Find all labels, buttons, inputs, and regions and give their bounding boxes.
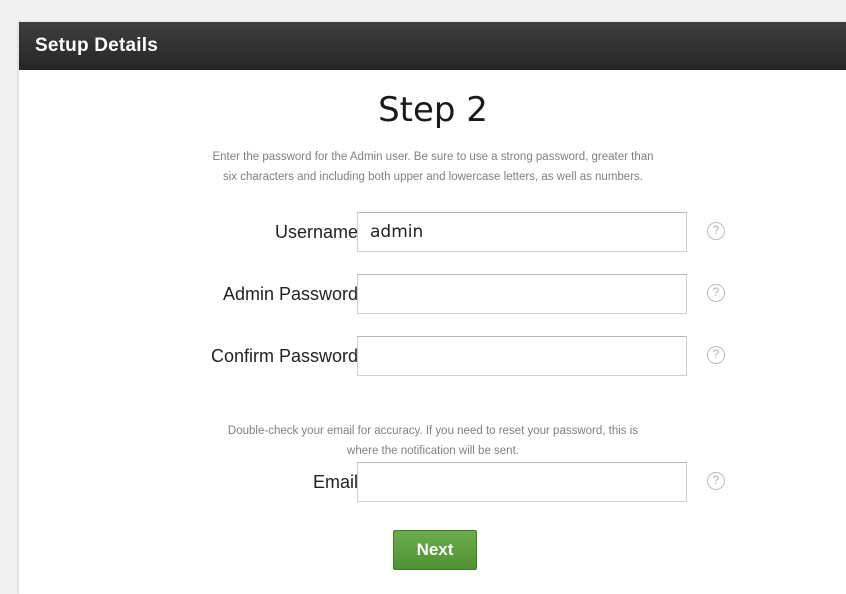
password-instructions: Enter the password for the Admin user. B… [212, 151, 654, 183]
email-row: Email: ? [19, 462, 846, 502]
email-note: Double-check your email for accuracy. If… [227, 425, 639, 457]
confirm-password-input[interactable] [357, 336, 687, 376]
help-icon[interactable]: ? [707, 472, 725, 490]
confirm-password-label: Confirm Password: [210, 346, 363, 366]
username-row: Username: ? [19, 212, 846, 252]
admin-password-input[interactable] [357, 274, 687, 314]
panel-header: Setup Details [19, 22, 846, 70]
confirm-password-row: Confirm Password: ? [19, 336, 846, 376]
email-label: Email: [312, 472, 363, 492]
help-icon[interactable]: ? [707, 222, 725, 240]
step-title: Step 2 [378, 90, 488, 130]
email-input[interactable] [357, 462, 687, 502]
admin-password-label: Admin Password: [222, 284, 363, 304]
help-icon[interactable]: ? [707, 346, 725, 364]
username-input[interactable] [357, 212, 687, 252]
next-button[interactable]: Next [393, 530, 477, 570]
help-icon[interactable]: ? [707, 284, 725, 302]
username-label: Username: [274, 222, 363, 242]
setup-panel: Setup Details Step 2 Enter the password … [18, 22, 846, 594]
admin-password-row: Admin Password: ? [19, 274, 846, 314]
